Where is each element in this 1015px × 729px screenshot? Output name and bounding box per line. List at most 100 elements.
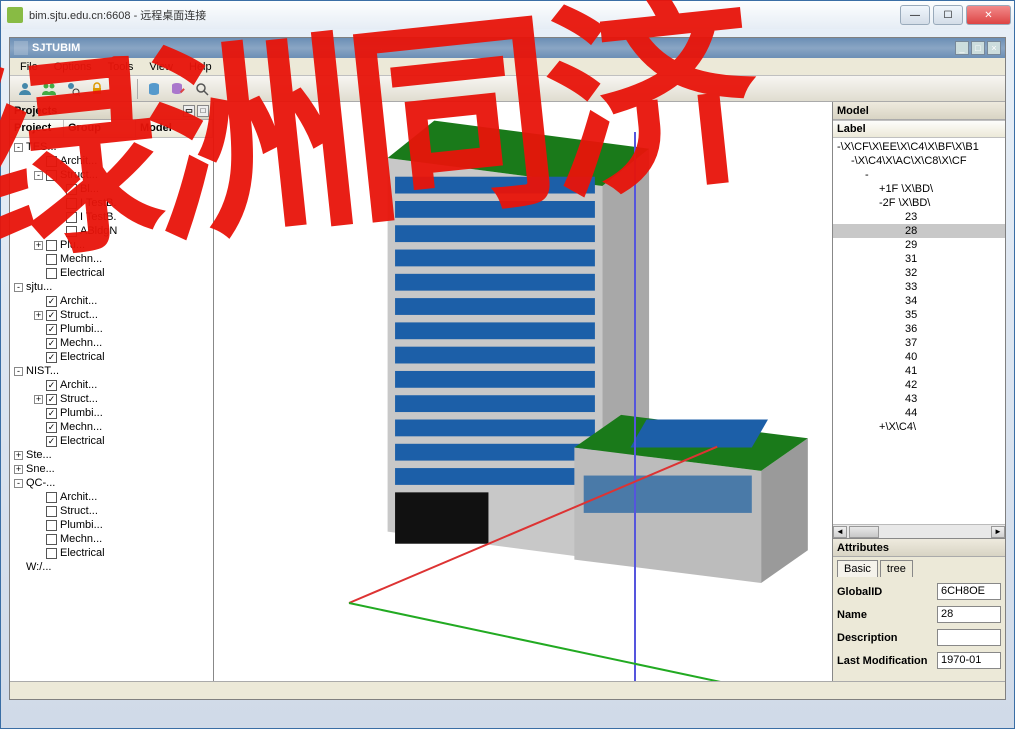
model-tree-row[interactable]: 34 [833,294,1005,308]
expand-icon[interactable]: + [34,241,43,250]
model-tree-row[interactable]: 40 [833,350,1005,364]
model-tree-row[interactable]: +\X\C4\ [833,420,1005,434]
checkbox[interactable] [46,310,57,321]
tree-row[interactable]: Archit... [10,490,213,504]
checkbox[interactable] [66,198,77,209]
checkbox[interactable] [46,324,57,335]
tree-row[interactable]: Electrical [10,266,213,280]
tree-row[interactable]: Electrical [10,434,213,448]
model-tree-hscroll[interactable]: ◄ ► [833,524,1005,538]
tree-row[interactable]: Bl... [10,182,213,196]
model-tree-row[interactable]: - [833,168,1005,182]
checkbox[interactable] [46,296,57,307]
tree-row[interactable]: +Plu... [10,238,213,252]
tree-row[interactable]: -NIST... [10,364,213,378]
tree-row[interactable]: Mechn... [10,252,213,266]
model-tree-row[interactable]: -\X\CF\X\EE\X\C4\X\BF\X\B1 [833,140,1005,154]
app-minimize-button[interactable]: _ [955,41,969,55]
model-tree-row[interactable]: -\X\C4\X\AC\X\C8\X\CF [833,154,1005,168]
expand-icon[interactable]: - [14,283,23,292]
menu-options[interactable]: Options [48,60,98,74]
menu-help[interactable]: Help [183,60,218,74]
model-tree[interactable]: -\X\CF\X\EE\X\C4\X\BF\X\B1-\X\C4\X\AC\X\… [833,138,1005,538]
attr-value[interactable]: 1970-01 [937,652,1001,669]
model-tree-row[interactable]: 41 [833,364,1005,378]
tree-row[interactable]: Struct... [10,504,213,518]
tree-row[interactable]: Mechn... [10,336,213,350]
col-project[interactable]: Project [10,120,64,137]
tree-row[interactable]: Plumbi... [10,322,213,336]
scroll-thumb[interactable] [849,526,879,538]
menu-file[interactable]: File [14,60,44,74]
model-tree-row[interactable]: 32 [833,266,1005,280]
checkbox[interactable] [46,534,57,545]
attr-value[interactable]: 28 [937,606,1001,623]
model-tree-row[interactable]: 44 [833,406,1005,420]
tree-row[interactable]: -sjtu... [10,280,213,294]
checkbox[interactable] [66,184,77,195]
panel-pin-icon[interactable]: ▭ [183,105,195,117]
checkbox[interactable] [66,212,77,223]
checkbox[interactable] [46,380,57,391]
expand-icon[interactable]: + [14,465,23,474]
expand-icon[interactable]: - [14,367,23,376]
user-icon[interactable] [14,78,36,100]
checkbox[interactable] [46,408,57,419]
model-tree-row[interactable]: -2F \X\BD\ [833,196,1005,210]
model-tree-row[interactable]: 29 [833,238,1005,252]
col-model[interactable]: Model [136,120,213,137]
tree-row[interactable]: I TestB. [10,210,213,224]
menu-tools[interactable]: Tools [102,60,140,74]
expand-icon[interactable]: + [34,311,43,320]
tree-row[interactable]: I TestB. [10,196,213,210]
model-tree-row[interactable]: 36 [833,322,1005,336]
tree-row[interactable]: +Ste... [10,448,213,462]
attr-value[interactable]: 6CH8OE [937,583,1001,600]
tree-row[interactable]: W:/... [10,560,213,574]
model-tree-row[interactable]: 28 [833,224,1005,238]
tree-row[interactable]: Electrical [10,546,213,560]
model-tree-row[interactable]: 23 [833,210,1005,224]
checkbox[interactable] [46,520,57,531]
scroll-right-icon[interactable]: ► [991,526,1005,538]
expand-icon[interactable]: + [34,395,43,404]
db-icon[interactable] [143,78,165,100]
attr-value[interactable] [937,629,1001,646]
expand-icon[interactable]: - [14,143,23,152]
tree-row[interactable]: Electrical [10,350,213,364]
checkbox[interactable] [46,338,57,349]
checkbox[interactable] [46,268,57,279]
model-tree-row[interactable]: 37 [833,336,1005,350]
blank-icon[interactable] [110,78,132,100]
model-tree-row[interactable]: 33 [833,280,1005,294]
tree-row[interactable]: +Struct... [10,392,213,406]
checkbox[interactable] [46,156,57,167]
tree-row[interactable]: Mechn... [10,532,213,546]
lock-icon[interactable] [86,78,108,100]
tree-row[interactable]: Archit... [10,154,213,168]
db-edit-icon[interactable] [167,78,189,100]
checkbox[interactable] [46,352,57,363]
tree-row[interactable]: Plumbi... [10,518,213,532]
model-tree-row[interactable]: 31 [833,252,1005,266]
checkbox[interactable] [66,226,77,237]
app-close-button[interactable]: × [987,41,1001,55]
close-button[interactable]: ✕ [966,5,1011,25]
checkbox[interactable] [46,548,57,559]
expand-icon[interactable]: + [14,451,23,460]
checkbox[interactable] [46,506,57,517]
menu-view[interactable]: View [143,60,179,74]
panel-max-icon[interactable]: □ [197,105,209,117]
group-icon[interactable] [38,78,60,100]
maximize-button[interactable]: ☐ [933,5,963,25]
model-tree-row[interactable]: 42 [833,378,1005,392]
user-search-icon[interactable] [62,78,84,100]
checkbox[interactable] [46,394,57,405]
projects-tree[interactable]: -TES...Archit...-Struct...Bl...I TestB.I… [10,138,213,681]
tree-row[interactable]: Archit... [10,294,213,308]
minimize-button[interactable]: — [900,5,930,25]
tree-row[interactable]: +Sne... [10,462,213,476]
model-tree-row[interactable]: 35 [833,308,1005,322]
tree-row[interactable]: ABldgN [10,224,213,238]
tree-row[interactable]: Mechn... [10,420,213,434]
